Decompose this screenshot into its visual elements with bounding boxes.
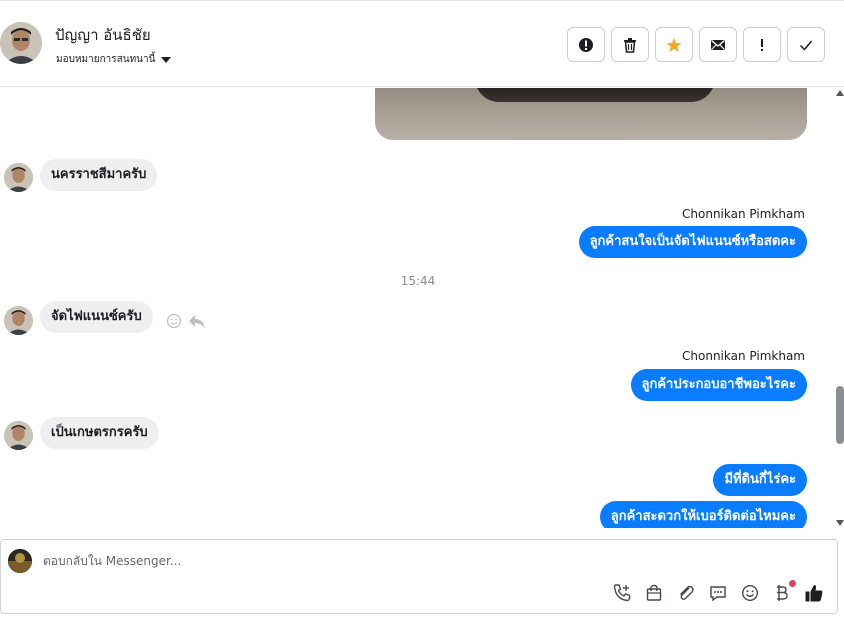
attach-button[interactable]	[675, 582, 697, 604]
alert-circle-icon	[579, 37, 593, 52]
caret-down-icon	[161, 56, 172, 63]
call-button[interactable]	[611, 582, 633, 604]
mark-unread-button[interactable]	[699, 27, 737, 62]
scrollbar-thumb[interactable]	[836, 386, 844, 444]
scroll-down-arrow-icon[interactable]	[836, 520, 844, 526]
message-bubble-outgoing[interactable]: ลูกค้าสนใจเป็นจัดไฟแนนซ์หรือสดคะ	[578, 226, 807, 258]
message-bubble-incoming[interactable]: นครราชสีมาครับ	[40, 159, 158, 191]
composer-toolbar	[611, 580, 825, 604]
reply-input[interactable]	[43, 550, 603, 572]
shop-button[interactable]	[643, 582, 665, 604]
mark-done-button[interactable]	[787, 27, 825, 62]
exclamation-icon	[761, 38, 763, 51]
phone-plus-icon	[613, 584, 631, 602]
star-button[interactable]	[655, 27, 693, 62]
smiley-icon	[741, 584, 759, 602]
payment-button[interactable]	[771, 580, 796, 604]
message-bubble-outgoing[interactable]: มีที่ดินกี่ไร่คะ	[713, 464, 807, 496]
message-thread: นครราชสีมาครับ Chonnikan Pimkham ลูกค้าส…	[0, 88, 836, 528]
thread-scrollbar[interactable]	[836, 88, 844, 528]
contact-avatar-small	[4, 306, 33, 335]
baht-icon	[777, 585, 788, 601]
shopping-bag-icon	[646, 584, 662, 601]
message-bubble-incoming[interactable]: จัดไฟแนนซ์ครับ	[40, 301, 153, 333]
like-button[interactable]	[803, 582, 825, 604]
message-bubble-outgoing[interactable]: ลูกค้าประกอบอาชีพอะไรคะ	[630, 369, 807, 401]
message-bubble-incoming[interactable]: เป็นเกษตรกรครับ	[40, 417, 159, 449]
reply-icon[interactable]	[188, 313, 206, 329]
contact-name: ปัญญา อันธิชัย	[55, 26, 151, 44]
check-icon	[799, 40, 813, 51]
contact-avatar[interactable]	[0, 22, 42, 64]
page-avatar	[8, 549, 32, 573]
contact-avatar-small	[4, 421, 33, 450]
shared-photo[interactable]	[375, 88, 807, 140]
paperclip-icon	[680, 585, 694, 600]
mark-spam-button[interactable]	[567, 27, 605, 62]
assign-label: มอบหมายการสนทนานี้	[56, 54, 156, 65]
header-actions	[567, 27, 825, 62]
chat-bubble-icon	[710, 586, 726, 602]
thumbs-up-icon	[805, 585, 823, 602]
saved-replies-button[interactable]	[707, 582, 729, 604]
message-hover-actions	[166, 313, 206, 329]
delete-button[interactable]	[611, 27, 649, 62]
react-smiley-icon[interactable]	[166, 313, 182, 329]
emoji-button[interactable]	[739, 582, 761, 604]
notification-dot	[789, 580, 796, 587]
conversation-header: ปัญญา อันธิชัย มอบหมายการสนทนานี้	[0, 0, 844, 87]
message-bubble-outgoing[interactable]: ลูกค้าสะดวกให้เบอร์ติดต่อไหมคะ	[599, 501, 807, 528]
star-icon	[666, 37, 682, 52]
scroll-up-arrow-icon[interactable]	[836, 90, 844, 96]
message-sender: Chonnikan Pimkham	[682, 207, 805, 221]
reply-composer	[0, 539, 838, 614]
trash-icon	[624, 37, 636, 53]
assign-conversation-dropdown[interactable]: มอบหมายการสนทนานี้	[56, 52, 172, 67]
message-timestamp: 15:44	[400, 274, 436, 288]
contact-avatar-small	[4, 163, 33, 192]
mark-important-button[interactable]	[743, 27, 781, 62]
envelope-icon	[711, 39, 725, 50]
message-sender: Chonnikan Pimkham	[682, 349, 805, 363]
